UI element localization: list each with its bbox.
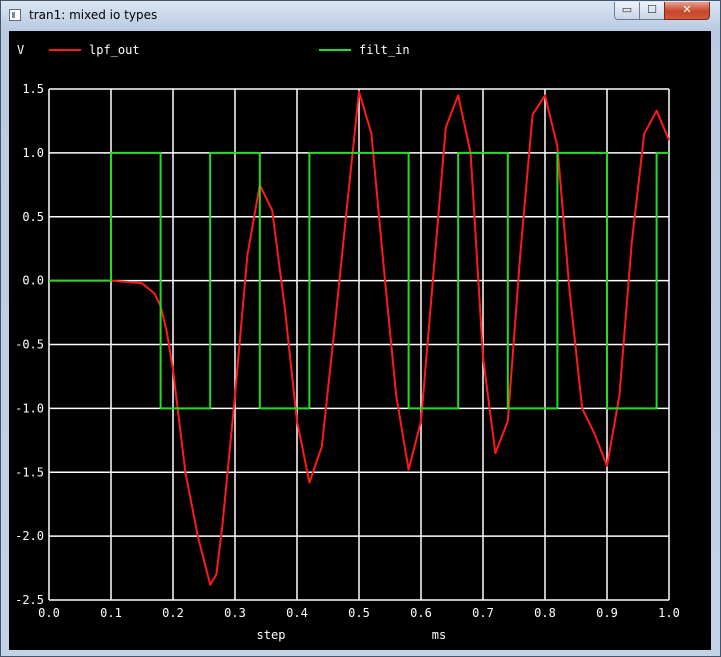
x-tick-label: 0.9	[596, 606, 618, 620]
app-window: tran1: mixed io types ▭ ☐ ✕ 0.0 0.1 0.2 0.3…	[0, 0, 721, 657]
y-tick-label: 0.0	[22, 274, 44, 288]
maximize-button[interactable]: ☐	[639, 2, 665, 20]
x-axis-label-step: step	[257, 628, 286, 642]
x-tick-label: 0.7	[472, 606, 494, 620]
maximize-icon: ☐	[647, 3, 657, 16]
y-tick-label: 1.0	[22, 146, 44, 160]
x-tick-label: 0.8	[534, 606, 556, 620]
tick-labels: 0.0 0.1 0.2 0.3 0.4 0.5 0.6 0.7 0.8 0.9 1.0 1.5 1.0 0…	[15, 82, 680, 620]
x-tick-label: 0.5	[348, 606, 370, 620]
minimize-icon: ▭	[621, 3, 633, 16]
x-tick-label: 0.3	[224, 606, 246, 620]
y-tick-label: -1.0	[15, 401, 44, 415]
y-tick-label: -1.5	[15, 465, 44, 479]
waveform-chart: 0.0 0.1 0.2 0.3 0.4 0.5 0.6 0.7 0.8 0.9 1.0 1.5 1.0 0…	[15, 43, 680, 642]
y-axis-label: V	[17, 43, 24, 57]
app-icon	[9, 9, 21, 21]
x-axis-label-ms: ms	[432, 628, 446, 642]
legend: Vlpf_out filt_in	[17, 43, 410, 57]
y-tick-label: 0.5	[22, 210, 44, 224]
close-button[interactable]: ✕	[664, 2, 710, 20]
x-tick-label: 0.4	[286, 606, 308, 620]
x-tick-label: 0.2	[162, 606, 184, 620]
close-icon: ✕	[682, 3, 692, 16]
y-tick-label: 1.5	[22, 82, 44, 96]
y-tick-label: -0.5	[15, 338, 44, 352]
x-tick-label: 1.0	[658, 606, 680, 620]
y-tick-label: -2.0	[15, 529, 44, 543]
legend-label-filt_in: filt_in	[359, 43, 410, 57]
x-tick-label: 0.0	[38, 606, 60, 620]
minimize-button[interactable]: ▭	[614, 2, 640, 20]
plot-area: 0.0 0.1 0.2 0.3 0.4 0.5 0.6 0.7 0.8 0.9 1.0 1.5 1.0 0…	[9, 31, 711, 650]
title-bar[interactable]: tran1: mixed io types ▭ ☐ ✕	[1, 1, 720, 31]
legend-label-lpf_out: lpf_out	[89, 43, 140, 57]
axis-labels: step ms	[257, 628, 447, 642]
window-title: tran1: mixed io types	[29, 8, 158, 22]
x-tick-label: 0.1	[100, 606, 122, 620]
y-tick-label: -2.5	[15, 593, 44, 607]
x-tick-label: 0.6	[410, 606, 432, 620]
